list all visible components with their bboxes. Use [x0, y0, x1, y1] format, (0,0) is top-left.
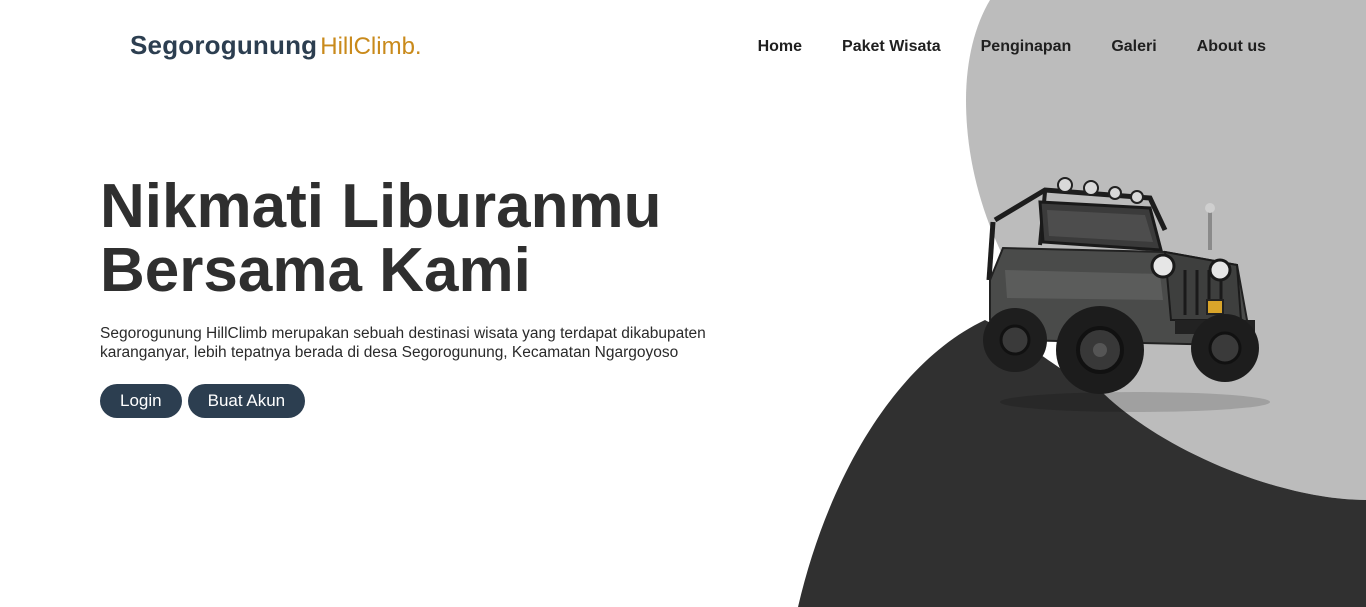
brand-name-accent: HillClimb. — [320, 33, 422, 60]
create-account-button[interactable]: Buat Akun — [187, 384, 306, 418]
hero-actions: Login Buat Akun — [100, 384, 740, 418]
nav-item-about-us[interactable]: About us — [1197, 38, 1266, 56]
nav-item-home[interactable]: Home — [758, 38, 802, 56]
hero-description: Segorogunung HillClimb merupakan sebuah … — [100, 325, 706, 361]
login-button[interactable]: Login — [100, 384, 182, 418]
hero-title-line-1: Nikmati Liburanmu — [100, 172, 662, 241]
nav-item-galeri[interactable]: Galeri — [1111, 38, 1156, 56]
nav-item-penginapan[interactable]: Penginapan — [981, 38, 1072, 56]
front-left-wheel — [1056, 306, 1144, 394]
brand-logo[interactable]: Segorogunung HillClimb. — [130, 30, 422, 61]
front-right-wheel — [1191, 314, 1259, 382]
hero-title: Nikmati Liburanmu Bersama Kami — [100, 175, 740, 303]
hero-section: Nikmati Liburanmu Bersama Kami Segorogun… — [100, 175, 740, 418]
rear-wheel — [983, 308, 1047, 372]
nav-item-paket-wisata[interactable]: Paket Wisata — [842, 38, 941, 56]
main-nav: Home Paket Wisata Penginapan Galeri Abou… — [758, 38, 1266, 56]
brand-name-main: Segorogunung — [130, 30, 318, 60]
jeep-icon — [983, 177, 1270, 412]
hero-title-line-2: Bersama Kami — [100, 236, 531, 305]
